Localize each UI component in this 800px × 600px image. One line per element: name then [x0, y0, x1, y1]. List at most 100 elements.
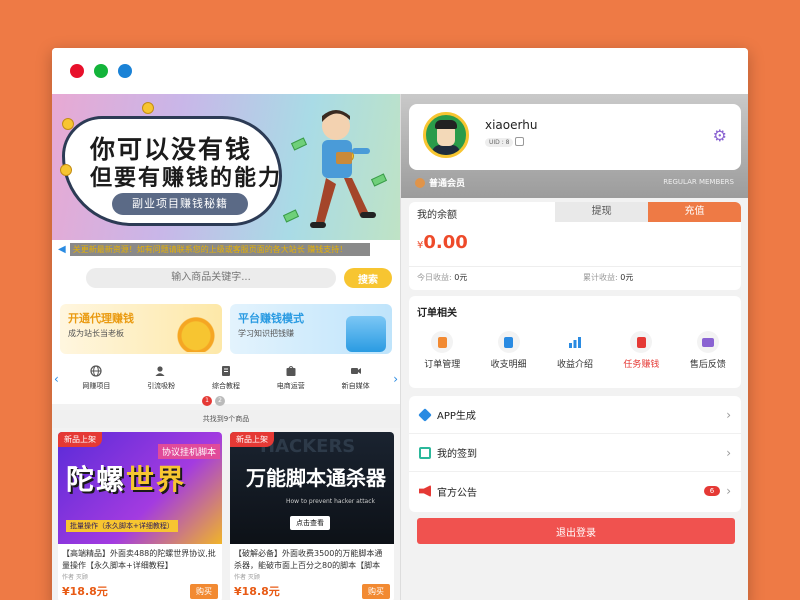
orders-section: 订单相关 订单管理 收支明细 收益介绍 任务赚钱 售后反馈 [409, 296, 741, 388]
search-input[interactable] [86, 268, 336, 288]
category-item[interactable]: 电商运营 [258, 364, 323, 391]
member-label: 普通会员 [429, 179, 466, 189]
orders-title: 订单相关 [417, 308, 457, 319]
feedback-item[interactable]: 售后反馈 [675, 331, 741, 370]
balance-amount: ¥0.00 [409, 222, 741, 266]
search-button[interactable]: 搜索 [344, 268, 392, 288]
menu-label: APP生成 [437, 411, 476, 422]
category-label: 引流吸粉 [147, 382, 176, 390]
withdraw-button[interactable]: 提现 [555, 202, 649, 222]
product-image: 新品上架 协议挂机脚本 陀螺世界 批量操作（永久脚本+详细教程） [58, 432, 222, 544]
product-count: 共找到9个商品 [52, 410, 400, 428]
message-icon [696, 331, 719, 353]
gear-icon[interactable]: ⚙ [713, 126, 727, 145]
maximize-window-button[interactable] [118, 64, 132, 78]
balance-value: 0.00 [423, 232, 468, 253]
task-icon [630, 331, 653, 353]
product-image-title-a: 陀螺 [66, 463, 127, 496]
balance-label: 我的余额 [417, 210, 457, 221]
page-dot[interactable]: 2 [215, 396, 225, 406]
title-bar [52, 48, 748, 94]
product-image-title-b: 世界 [126, 463, 187, 496]
product-card[interactable]: 新品上架 HACKERS 万能脚本通杀器 How to prevent hack… [230, 432, 394, 600]
cube-icon [418, 407, 432, 422]
page-dot-active[interactable]: 1 [202, 396, 212, 406]
category-item[interactable]: 网赚项目 [64, 364, 129, 391]
balance-card: 我的余额 提现 充值 ¥0.00 今日收益: 0元 累计收益: 0元 [409, 202, 741, 290]
member-level: 普通会员 [415, 176, 465, 189]
category-item[interactable]: 新自媒体 [323, 364, 388, 391]
shopping-bag-icon [346, 316, 386, 352]
video-icon [349, 364, 363, 378]
product-image: 新品上架 HACKERS 万能脚本通杀器 How to prevent hack… [230, 432, 394, 544]
logout-button[interactable]: 退出登录 [417, 518, 735, 544]
product-grid: 新品上架 协议挂机脚本 陀螺世界 批量操作（永久脚本+详细教程） 【高端精品】外… [52, 428, 400, 600]
product-image-background-text: HACKERS [260, 436, 356, 457]
product-image-subtitle: How to prevent hacker attack [286, 498, 376, 505]
close-window-button[interactable] [70, 64, 84, 78]
product-description: 【高端精品】外面卖488的陀螺世界协议,批量操作【永久脚本+详细教程】 [62, 549, 216, 570]
total-earnings: 累计收益: 0元 [583, 273, 634, 282]
category-label: 电商运营 [276, 382, 305, 390]
shop-icon [284, 364, 298, 378]
today-earnings: 今日收益: 0元 [417, 273, 468, 282]
promo-platform-card[interactable]: 平台赚钱模式 学习知识把钱赚 [230, 304, 392, 354]
banner-pill: 副业项目赚钱秘籍 [112, 193, 248, 215]
product-author: 作者 灭顾 [234, 574, 260, 581]
recharge-button[interactable]: 充值 [648, 202, 741, 222]
megaphone-icon: ◀ [58, 243, 66, 255]
category-label: 新自媒体 [341, 382, 370, 390]
product-price: ¥18.8元 [62, 585, 108, 598]
calendar-icon [419, 446, 431, 459]
notice-text: 关更新最新资源！如有问题请联系您的上级或客服页面的各大站长 赚钱支持！ [69, 242, 370, 256]
product-card[interactable]: 新品上架 协议挂机脚本 陀螺世界 批量操作（永久脚本+详细教程） 【高端精品】外… [58, 432, 222, 600]
product-image-title: 陀螺世界 [66, 458, 186, 498]
task-earn-item[interactable]: 任务赚钱 [608, 331, 674, 370]
category-pager: 1 2 [202, 396, 225, 406]
chevron-right-icon[interactable]: › [393, 372, 398, 386]
order-manage-item[interactable]: 订单管理 [409, 331, 475, 370]
chevron-left-icon[interactable]: ‹ [54, 372, 59, 386]
money-icon [282, 209, 300, 223]
avatar[interactable] [423, 112, 469, 158]
profile-page: xiaoerhu UID : 8 ⚙ 普通会员 REGULAR MEMBERS … [400, 94, 748, 600]
menu-label: 我的签到 [437, 449, 477, 460]
category-label: 网赚项目 [82, 382, 111, 390]
copy-icon[interactable] [515, 137, 524, 146]
document-icon [219, 364, 233, 378]
shop-page: 你可以没有钱 但要有赚钱的能力 副业项目赚钱秘籍 ◀ 关更新最新资源！如有问题请… [52, 94, 400, 600]
earnings-info-item[interactable]: 收益介绍 [542, 331, 608, 370]
member-label-en: REGULAR MEMBERS [663, 178, 734, 186]
gold-coin-icon [176, 316, 216, 352]
medal-icon [415, 177, 425, 188]
user-card: xiaoerhu UID : 8 ⚙ [409, 104, 741, 170]
menu-announcements[interactable]: 官方公告 6 › [409, 472, 741, 510]
menu-checkin[interactable]: 我的签到 › [409, 434, 741, 472]
promo-cards: 开通代理赚钱 成为站长当老板 平台赚钱模式 学习知识把钱赚 [52, 298, 400, 360]
category-item[interactable]: 引流吸粉 [129, 364, 194, 391]
chevron-right-icon: › [726, 407, 731, 422]
new-tag: 新品上架 [58, 432, 102, 447]
settings-menu: APP生成 › 我的签到 › 官方公告 6 › [409, 396, 741, 512]
coin-icon [60, 164, 72, 176]
receipt-icon [497, 331, 520, 353]
transactions-item[interactable]: 收支明细 [475, 331, 541, 370]
bar-chart-icon [564, 331, 587, 353]
username: xiaoerhu [485, 118, 538, 132]
product-image-subtitle: 协议挂机脚本 [158, 444, 221, 459]
category-item[interactable]: 综合教程 [194, 364, 259, 391]
user-plus-icon [154, 364, 168, 378]
category-nav: ‹ 网赚项目 引流吸粉 综合教程 电商运营 新自媒体 › 1 2 [52, 360, 400, 406]
menu-app-generate[interactable]: APP生成 › [409, 396, 741, 434]
product-price: ¥18.8元 [234, 585, 280, 598]
chevron-right-icon: › [726, 484, 731, 498]
minimize-window-button[interactable] [94, 64, 108, 78]
category-label: 综合教程 [211, 382, 240, 390]
notice-bar: ◀ 关更新最新资源！如有问题请联系您的上级或客服页面的各大站长 赚钱支持！ [52, 240, 400, 258]
buy-button[interactable]: 购买 [190, 583, 218, 599]
buy-button[interactable]: 购买 [362, 583, 390, 599]
hero-banner[interactable]: 你可以没有钱 但要有赚钱的能力 副业项目赚钱秘籍 [52, 94, 400, 240]
search-row: 搜索 [52, 258, 400, 298]
banner-line2: 但要有赚钱的能力 [90, 166, 283, 191]
promo-agent-card[interactable]: 开通代理赚钱 成为站长当老板 [60, 304, 222, 354]
